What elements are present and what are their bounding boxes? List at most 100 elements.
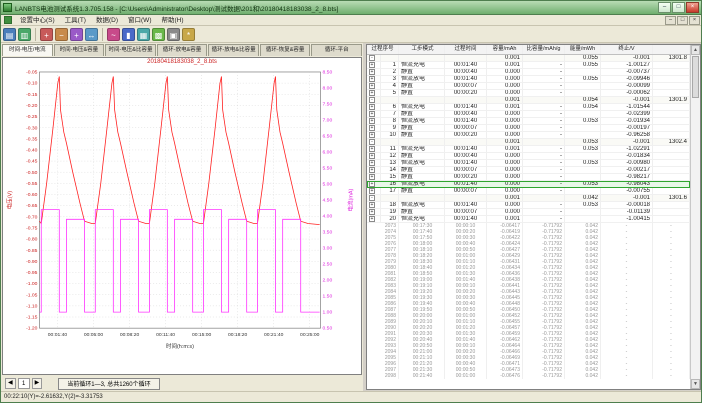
mdi-restore-button[interactable]: □ <box>677 16 688 25</box>
tab-3[interactable]: 循环-放电&容量 <box>157 44 208 56</box>
collapse-icon[interactable]: - <box>369 195 375 201</box>
expand-icon[interactable]: + <box>369 111 375 117</box>
step-row[interactable]: +16恒流放电00:01:400.000-0.053-0.98043 <box>367 181 690 188</box>
step-row[interactable]: +3恒流放电00:01:400.000-0.055-0.09946 <box>367 76 690 83</box>
expand-icon[interactable]: + <box>369 174 375 180</box>
step-row[interactable]: +20恒流充电00:01:400.001--1.00415 <box>367 216 690 223</box>
svg-text:-0.30: -0.30 <box>26 125 38 131</box>
zoom-out-icon[interactable]: − <box>55 28 68 41</box>
next-cycle-button[interactable]: ▶ <box>32 378 43 389</box>
column-header-2: 过程时间 <box>445 45 487 54</box>
cycle-group-row[interactable]: -0.0010.042-0.0011301.6 <box>367 195 690 202</box>
scrollbar-track[interactable] <box>691 99 700 379</box>
settings-icon[interactable]: * <box>182 28 195 41</box>
tab-2[interactable]: 时间-电压&比容量 <box>105 44 156 56</box>
step-row[interactable]: +10静置00:00:200.000--0.96258 <box>367 132 690 139</box>
svg-text:-1.20: -1.20 <box>26 326 38 332</box>
pan-icon[interactable]: ↔ <box>85 28 98 41</box>
scroll-up-icon[interactable]: ▲ <box>691 45 700 55</box>
collapse-icon[interactable]: - <box>369 55 375 61</box>
step-row[interactable]: +7静置00:00:400.000--0.02399 <box>367 111 690 118</box>
maximize-button[interactable]: □ <box>672 2 685 13</box>
step-row[interactable]: +2静置00:00:400.000--0.00737 <box>367 69 690 76</box>
grid-icon[interactable]: ▩ <box>152 28 165 41</box>
cycle-group-row[interactable]: -0.0010.055-0.0011301.8 <box>367 55 690 62</box>
cycle-group-row[interactable]: -0.0010.053-0.0011302.4 <box>367 139 690 146</box>
expander-cell: + <box>367 76 381 82</box>
expand-icon[interactable]: + <box>369 160 375 166</box>
expand-icon[interactable]: + <box>369 153 375 159</box>
step-row[interactable]: +1恒流充电00:01:400.001-0.055-1.00127 <box>367 62 690 69</box>
step-row[interactable]: +5静置00:00:200.000--0.00062 <box>367 90 690 97</box>
scroll-down-icon[interactable]: ▼ <box>691 379 700 389</box>
expand-icon[interactable]: + <box>369 216 375 222</box>
step-row[interactable]: +14静置00:00:070.000--0.00217 <box>367 167 690 174</box>
energy: 0.055 <box>565 62 601 68</box>
step-row[interactable]: +19静置00:00:070.000--0.01139 <box>367 209 690 216</box>
scrollbar-thumb[interactable] <box>692 56 699 98</box>
data-table-icon[interactable]: ▦ <box>137 28 150 41</box>
tab-6[interactable]: 循环-平台 <box>311 44 362 56</box>
prev-cycle-button[interactable]: ◀ <box>5 378 16 389</box>
capacity: 0.001 <box>487 139 523 145</box>
svg-text:-0.55: -0.55 <box>26 181 38 187</box>
menu-item-4[interactable]: 帮助(H) <box>156 15 188 26</box>
menu-item-0[interactable]: 设置中心(S) <box>15 15 60 26</box>
line-chart-icon[interactable]: ~ <box>107 28 120 41</box>
expand-icon[interactable]: + <box>369 167 375 173</box>
open-icon[interactable]: ▥ <box>18 28 31 41</box>
copy-icon[interactable]: ▣ <box>167 28 180 41</box>
expand-icon[interactable]: + <box>369 83 375 89</box>
step-row[interactable]: +11恒流充电00:01:400.001-0.053-1.02291 <box>367 146 690 153</box>
minimize-button[interactable]: – <box>658 2 671 13</box>
expand-icon[interactable]: + <box>369 202 375 208</box>
close-button[interactable]: × <box>686 2 699 13</box>
expand-icon[interactable]: + <box>369 69 375 75</box>
step-row[interactable]: +4静置00:00:070.000--0.00099 <box>367 83 690 90</box>
mdi-close-button[interactable]: × <box>689 16 700 25</box>
step-number: 1 <box>381 62 399 68</box>
cycle-range-button[interactable]: 当前循环1—3, 总共1260个循环 <box>58 378 159 390</box>
expand-icon[interactable]: + <box>369 146 375 152</box>
svg-text:-0.90: -0.90 <box>26 259 38 265</box>
save-icon[interactable]: ▤ <box>3 28 16 41</box>
cycle-group-row[interactable]: -0.0010.054-0.0011301.9 <box>367 97 690 104</box>
crosshair-icon[interactable]: + <box>70 28 83 41</box>
step-row[interactable]: +6恒流充电00:01:400.001-0.054-1.01544 <box>367 104 690 111</box>
tab-4[interactable]: 循环-放电&比容量 <box>208 44 259 56</box>
vertical-scrollbar[interactable]: ▲ ▼ <box>690 45 700 389</box>
collapse-icon[interactable]: - <box>369 139 375 145</box>
expand-icon[interactable]: + <box>369 125 375 131</box>
zoom-in-icon[interactable]: + <box>40 28 53 41</box>
expand-icon[interactable]: + <box>369 132 375 138</box>
menu-item-3[interactable]: 窗口(W) <box>123 15 156 26</box>
tab-0[interactable]: 时间-电压/电流 <box>2 44 53 56</box>
step-row[interactable]: +13恒流放电00:01:400.000-0.053-0.00980 <box>367 160 690 167</box>
expand-icon[interactable]: + <box>369 90 375 96</box>
menu-item-1[interactable]: 工具(T) <box>60 15 91 26</box>
step-row[interactable]: +8恒流放电00:01:400.000-0.053-0.01934 <box>367 118 690 125</box>
expand-icon[interactable]: + <box>369 209 375 215</box>
tab-1[interactable]: 时间-电压&容量 <box>54 44 105 56</box>
expand-icon[interactable]: + <box>369 104 375 110</box>
menu-item-2[interactable]: 数据(D) <box>91 15 123 26</box>
step-row[interactable]: +18恒流放电00:01:400.000-0.053-0.00018 <box>367 202 690 209</box>
step-mode: 静置 <box>399 209 445 215</box>
expand-icon[interactable]: + <box>369 76 375 82</box>
record-row[interactable]: 209800:21:4000:01:00-0.06476-0.717920.04… <box>367 373 690 379</box>
step-row[interactable]: +9静置00:00:070.000--0.00197 <box>367 125 690 132</box>
step-row[interactable]: +15静置00:00:200.000--0.98217 <box>367 174 690 181</box>
expand-icon[interactable]: + <box>369 62 375 68</box>
expand-icon[interactable]: + <box>369 118 375 124</box>
tab-5[interactable]: 循环-恢复&容量 <box>260 44 311 56</box>
step-mode: 恒流放电 <box>399 76 445 82</box>
mdi-minimize-button[interactable]: – <box>665 16 676 25</box>
collapse-icon[interactable]: - <box>369 97 375 103</box>
chart-canvas[interactable]: -0.05-0.10-0.15-0.20-0.25-0.30-0.35-0.40… <box>3 67 359 374</box>
step-row[interactable]: +12静置00:00:400.000--0.01834 <box>367 153 690 160</box>
page-number-box[interactable]: 1 <box>18 378 30 389</box>
step-row[interactable]: +17静置00:00:070.000--0.00755 <box>367 188 690 195</box>
expand-icon[interactable]: + <box>369 181 375 187</box>
expand-icon[interactable]: + <box>369 188 375 194</box>
bar-chart-icon[interactable]: ▮ <box>122 28 135 41</box>
